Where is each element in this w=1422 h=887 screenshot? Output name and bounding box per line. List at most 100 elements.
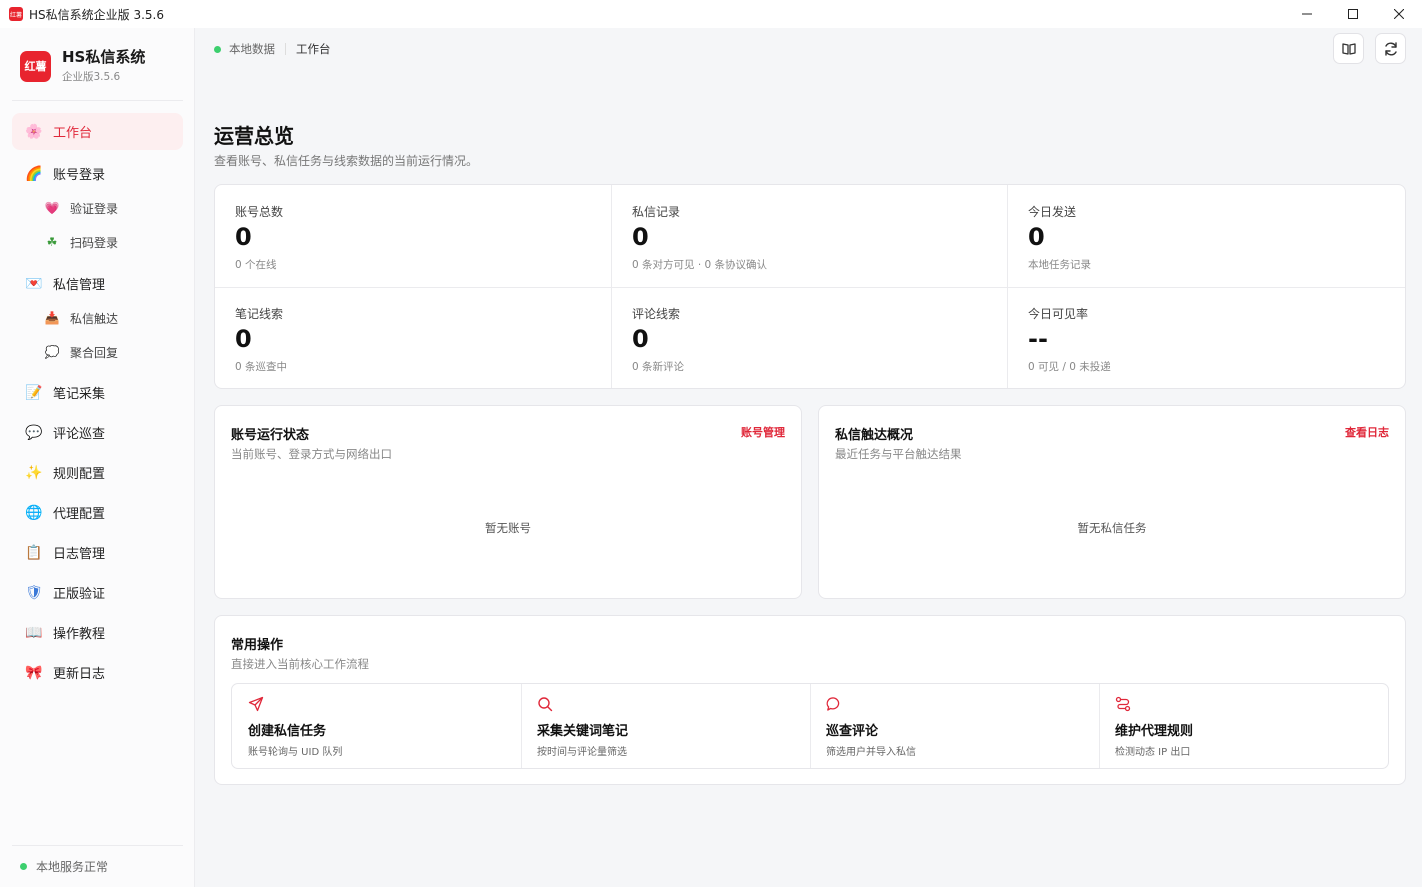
- stat-label: 笔记线索: [235, 307, 284, 321]
- book-icon: 📖: [25, 624, 43, 641]
- stat-label: 账号总数: [235, 205, 284, 219]
- stat-card-note-leads: 笔记线索 0 0 条巡查中: [215, 287, 612, 389]
- brand-name: HS私信系统: [62, 48, 146, 66]
- guide-button[interactable]: [1333, 33, 1364, 64]
- chat-icon: 💬: [25, 424, 43, 441]
- sidebar-item-label: 操作教程: [53, 627, 106, 642]
- sidebar-subitem-verify-login[interactable]: 💗 验证登录: [44, 195, 119, 221]
- sidebar-divider: [12, 100, 183, 101]
- stats-grid: 账号总数 0 0 个在线 私信记录 0 0 条对方可见 · 0 条协议确认 今日…: [214, 184, 1406, 389]
- breadcrumb-separator: [285, 43, 286, 55]
- sidebar-item-note-collect[interactable]: 📝 笔记采集: [12, 374, 183, 411]
- sidebar-item-log-management[interactable]: 📋 日志管理: [12, 534, 183, 571]
- action-description: 账号轮询与 UID 队列: [248, 747, 343, 758]
- stat-value: 0: [235, 325, 252, 353]
- account-status-panel: 账号运行状态 当前账号、登录方式与网络出口 账号管理 暂无账号: [214, 405, 802, 599]
- sidebar-item-label: 评论巡查: [53, 427, 106, 442]
- sidebar-item-tutorial[interactable]: 📖 操作教程: [12, 614, 183, 651]
- stat-note: 0 个在线: [235, 259, 277, 271]
- patrol-comments-action[interactable]: 巡查评论 筛选用户并导入私信: [810, 684, 1099, 768]
- stat-note: 0 条巡查中: [235, 361, 288, 373]
- sidebar-item-license-verify[interactable]: 🛡 正版验证: [12, 574, 183, 611]
- ribbon-icon: 🎀: [25, 664, 43, 681]
- sidebar-item-label: 聚合回复: [70, 345, 119, 360]
- stat-label: 私信记录: [632, 205, 681, 219]
- stat-value: 0: [632, 325, 649, 353]
- stat-value: 0: [632, 223, 649, 251]
- window-controls: [1284, 0, 1422, 28]
- sidebar-subitem-aggregate-reply[interactable]: 💭 聚合回复: [44, 339, 119, 365]
- quick-actions-list: 创建私信任务 账号轮询与 UID 队列 采集关键词笔记 按时间与评论量筛选 巡查…: [231, 683, 1389, 769]
- service-status: 本地服务正常: [20, 858, 108, 875]
- sidebar-item-label: 验证登录: [70, 201, 119, 216]
- inbox-icon: 📥: [44, 311, 60, 325]
- action-description: 检测动态 IP 出口: [1115, 747, 1191, 758]
- stat-label: 今日发送: [1028, 205, 1077, 219]
- memo-icon: 📝: [25, 384, 43, 401]
- panel-title: 常用操作: [231, 638, 284, 653]
- empty-state: 暂无私信任务: [1077, 521, 1147, 535]
- refresh-button[interactable]: [1375, 33, 1406, 64]
- service-status-text: 本地服务正常: [36, 860, 109, 874]
- window-title: HS私信系统企业版 3.5.6: [29, 7, 164, 22]
- globe-icon: 🌐: [25, 504, 43, 521]
- sidebar-subitem-dm-reach[interactable]: 📥 私信触达: [44, 305, 119, 331]
- brand-logo: 红薯: [20, 50, 51, 82]
- sidebar-item-proxy-config[interactable]: 🌐 代理配置: [12, 494, 183, 531]
- close-button[interactable]: [1376, 0, 1422, 28]
- stat-card-today-sent: 今日发送 0 本地任务记录: [1008, 185, 1405, 287]
- action-description: 按时间与评论量筛选: [537, 747, 627, 758]
- sidebar-item-label: 私信触达: [70, 311, 119, 326]
- empty-state: 暂无账号: [485, 521, 531, 535]
- sidebar-item-changelog[interactable]: 🎀 更新日志: [12, 654, 183, 691]
- panel-title: 私信触达概况: [835, 428, 914, 443]
- action-title: 创建私信任务: [248, 724, 327, 739]
- app-icon: 红薯: [9, 7, 23, 21]
- panel-subtitle: 直接进入当前核心工作流程: [231, 657, 369, 671]
- stat-note: 本地任务记录: [1028, 259, 1091, 271]
- stat-value: --: [1028, 325, 1048, 353]
- sidebar: 红薯 HS私信系统 企业版3.5.6 🌸 工作台 🌈 账号登录 💗 验证登录 ☘…: [0, 28, 195, 887]
- panel-subtitle: 当前账号、登录方式与网络出口: [231, 447, 392, 461]
- sidebar-item-label: 账号登录: [53, 168, 106, 183]
- shield-icon: 🛡: [25, 584, 43, 601]
- action-title: 维护代理规则: [1115, 724, 1194, 739]
- sidebar-item-comment-patrol[interactable]: 💬 评论巡查: [12, 414, 183, 451]
- minimize-button[interactable]: [1284, 0, 1330, 28]
- speech-bubble-icon: 💭: [44, 345, 60, 359]
- clover-icon: ☘: [46, 235, 58, 249]
- sidebar-subitem-qr-login[interactable]: ☘ 扫码登录: [44, 229, 118, 255]
- collect-keyword-notes-action[interactable]: 采集关键词笔记 按时间与评论量筛选: [521, 684, 810, 768]
- action-description: 筛选用户并导入私信: [826, 747, 916, 758]
- status-dot-icon: [214, 45, 221, 53]
- sidebar-item-account-login[interactable]: 🌈 账号登录: [12, 155, 183, 192]
- page-title: 运营总览: [214, 124, 294, 148]
- heart-icon: 💗: [44, 201, 60, 215]
- stat-label: 评论线索: [632, 307, 681, 321]
- sidebar-item-workbench[interactable]: 🌸 工作台: [12, 113, 183, 150]
- breadcrumb-source: 本地数据: [229, 42, 275, 56]
- view-logs-link[interactable]: 查看日志: [1345, 424, 1389, 440]
- stat-card-visible-rate: 今日可见率 -- 0 可见 / 0 未投递: [1008, 287, 1405, 389]
- maintain-proxy-rules-action[interactable]: 维护代理规则 检测动态 IP 出口: [1099, 684, 1388, 768]
- account-management-link[interactable]: 账号管理: [741, 424, 785, 440]
- status-dot-icon: [20, 863, 27, 870]
- create-dm-task-action[interactable]: 创建私信任务 账号轮询与 UID 队列: [232, 684, 521, 768]
- maximize-button[interactable]: [1330, 0, 1376, 28]
- minimize-icon: [1302, 13, 1312, 15]
- stat-value: 0: [1028, 223, 1045, 251]
- close-icon: [1394, 9, 1404, 19]
- stat-value: 0: [235, 223, 252, 251]
- sidebar-item-label: 更新日志: [53, 667, 106, 682]
- sidebar-item-label: 扫码登录: [70, 235, 119, 250]
- breadcrumb-current: 工作台: [296, 42, 331, 56]
- comment-icon: [826, 697, 840, 711]
- stat-card-accounts: 账号总数 0 0 个在线: [215, 185, 612, 287]
- sidebar-item-dm-management[interactable]: 💌 私信管理: [12, 265, 183, 302]
- sidebar-item-label: 笔记采集: [53, 387, 106, 402]
- clipboard-icon: 📋: [25, 544, 43, 561]
- sidebar-item-rule-config[interactable]: ✨ 规则配置: [12, 454, 183, 491]
- stat-card-dm-records: 私信记录 0 0 条对方可见 · 0 条协议确认: [612, 185, 1009, 287]
- search-icon: [538, 697, 553, 712]
- sidebar-item-label: 正版验证: [53, 587, 106, 602]
